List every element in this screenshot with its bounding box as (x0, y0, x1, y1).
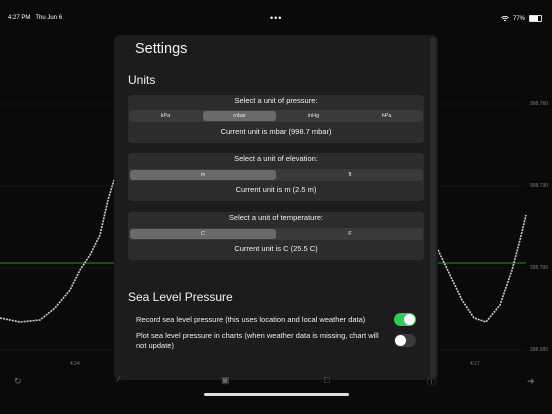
plot-slp-toggle[interactable] (394, 334, 416, 347)
refresh-icon[interactable]: ↻ (14, 376, 22, 387)
page-title: Settings (135, 41, 188, 57)
elevation-unit-label: Select a unit of elevation: (234, 154, 318, 163)
temperature-unit-group: Select a unit of temperature: C F Curren… (128, 212, 424, 260)
x-axis-label: 4:24 (70, 361, 80, 367)
x-axis-label: 4:27 (470, 361, 480, 367)
toggle-knob (404, 314, 415, 325)
y-axis-label: 998.680 (530, 347, 549, 353)
settings-sheet: Settings Units Select a unit of pressure… (114, 35, 438, 380)
temperature-current-unit: Current unit is C (25.5 C) (234, 244, 318, 253)
calendar-icon[interactable]: ▣ (221, 375, 230, 386)
pressure-unit-group: Select a unit of pressure: kPa mbar inHg… (128, 95, 424, 143)
temperature-option-c[interactable]: C (130, 229, 276, 239)
pressure-option-mbar[interactable]: mbar (203, 111, 276, 121)
temperature-option-f[interactable]: F (277, 228, 423, 240)
slp-section-title: Sea Level Pressure (128, 290, 233, 304)
info-icon[interactable]: ⓘ (427, 375, 436, 388)
pressure-option-inhg[interactable]: inHg (277, 110, 350, 122)
elevation-option-ft[interactable]: ft (277, 169, 423, 181)
elevation-option-m[interactable]: m (130, 170, 276, 180)
pressure-unit-segmented: kPa mbar inHg hPa (129, 110, 423, 122)
pressure-option-hpa[interactable]: hPa (350, 110, 423, 122)
calendar-alt-icon[interactable]: □ (324, 375, 329, 385)
elevation-unit-group: Select a unit of elevation: m ft Current… (128, 153, 424, 201)
status-time: 4:27 PM Thu Jun 6 (8, 15, 63, 21)
status-date: Thu Jun 6 (35, 15, 63, 21)
arrow-right-icon[interactable]: ➜ (527, 376, 535, 387)
elevation-current-unit: Current unit is m (2.5 m) (235, 185, 317, 194)
battery-percent: 77% (512, 15, 525, 22)
multitasking-dots[interactable]: ••• (270, 13, 282, 23)
pressure-series-right (437, 214, 527, 323)
status-right: 77% (501, 15, 542, 22)
pressure-series-left (0, 179, 115, 323)
pressure-option-kpa[interactable]: kPa (129, 110, 202, 122)
y-axis-label: 998.730 (530, 183, 549, 189)
record-slp-toggle[interactable] (394, 313, 416, 326)
temperature-unit-label: Select a unit of temperature: (228, 213, 324, 222)
units-section-title: Units (128, 73, 156, 87)
wifi-icon (501, 15, 509, 21)
plot-slp-label: Plot sea level pressure in charts (when … (136, 331, 379, 350)
toggle-knob (395, 335, 406, 346)
edit-icon[interactable]: ∕ (118, 374, 120, 384)
y-axis-label: 998.760 (530, 101, 549, 107)
home-indicator[interactable] (204, 393, 349, 396)
record-slp-label: Record sea level pressure (this uses loc… (136, 315, 366, 324)
elevation-unit-segmented: m ft (129, 169, 423, 181)
sheet-scrollbar[interactable] (430, 37, 436, 377)
status-bar: 4:27 PM Thu Jun 6 ••• 77% (0, 0, 552, 23)
temperature-unit-segmented: C F (129, 228, 423, 240)
battery-icon (529, 15, 542, 22)
pressure-unit-label: Select a unit of pressure: (234, 96, 318, 105)
y-axis-label: 998.700 (530, 265, 549, 271)
pressure-current-unit: Current unit is mbar (998.7 mbar) (220, 127, 332, 136)
